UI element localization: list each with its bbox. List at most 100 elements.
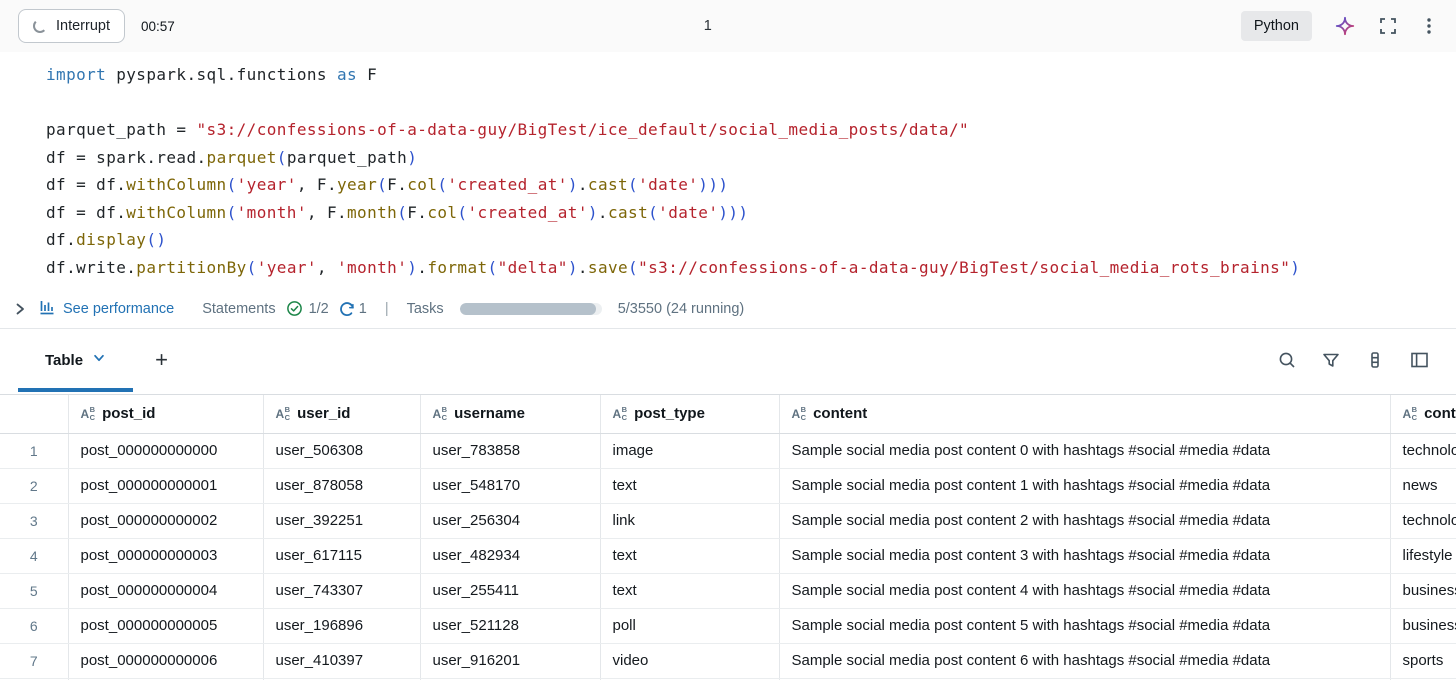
- kebab-menu-icon[interactable]: [1420, 16, 1438, 36]
- table-cell[interactable]: user_548170: [420, 468, 600, 503]
- table-cell[interactable]: Sample social media post content 2 with …: [779, 503, 1390, 538]
- code-editor[interactable]: import pyspark.sql.functions as F parque…: [0, 52, 1456, 289]
- table-row[interactable]: 3post_000000000002user_392251user_256304…: [0, 503, 1456, 538]
- interrupt-button[interactable]: Interrupt: [18, 9, 125, 43]
- table-cell[interactable]: user_783858: [420, 433, 600, 468]
- table-cell[interactable]: user_482934: [420, 538, 600, 573]
- table-cell[interactable]: text: [600, 468, 779, 503]
- statement-spinner-icon: [339, 301, 355, 317]
- data-profile-icon[interactable]: [1365, 350, 1385, 370]
- table-cell[interactable]: link: [600, 503, 779, 538]
- table-cell[interactable]: post_000000000003: [68, 538, 263, 573]
- string-type-icon: ABC: [81, 406, 96, 421]
- column-header-user_id[interactable]: ABCuser_id: [263, 395, 420, 433]
- tab-table[interactable]: Table: [18, 329, 133, 391]
- table-row[interactable]: 6post_000000000005user_196896user_521128…: [0, 608, 1456, 643]
- toolbar-left: Interrupt 00:57: [18, 9, 175, 43]
- table-cell[interactable]: user_410397: [263, 643, 420, 678]
- table-cell[interactable]: user_392251: [263, 503, 420, 538]
- table-header-row: ABCpost_idABCuser_idABCusernameABCpost_t…: [0, 395, 1456, 433]
- results-table: ABCpost_idABCuser_idABCusernameABCpost_t…: [0, 395, 1456, 680]
- collapse-chevron-icon[interactable]: [12, 301, 28, 317]
- see-performance-link[interactable]: See performance: [38, 298, 174, 320]
- results-table-wrap[interactable]: ABCpost_idABCuser_idABCusernameABCpost_t…: [0, 395, 1456, 680]
- table-cell[interactable]: post_000000000002: [68, 503, 263, 538]
- table-cell[interactable]: user_255411: [420, 573, 600, 608]
- notebook-cell: Interrupt 00:57 1 Python: [0, 0, 1456, 680]
- execution-timer: 00:57: [141, 19, 175, 34]
- table-cell[interactable]: post_000000000000: [68, 433, 263, 468]
- column-name: content_category: [1424, 405, 1456, 422]
- code-line: df.display(): [46, 226, 1432, 254]
- row-number: 6: [0, 608, 68, 643]
- column-name: post_type: [634, 405, 705, 422]
- table-cell[interactable]: user_878058: [263, 468, 420, 503]
- column-name: content: [813, 405, 867, 422]
- cell-toolbar: Interrupt 00:57 1 Python: [0, 0, 1456, 52]
- table-cell[interactable]: user_916201: [420, 643, 600, 678]
- column-header-username[interactable]: ABCusername: [420, 395, 600, 433]
- table-cell[interactable]: Sample social media post content 4 with …: [779, 573, 1390, 608]
- code-line: import pyspark.sql.functions as F: [46, 61, 1432, 89]
- bar-chart-icon: [38, 298, 56, 320]
- assistant-sparkle-icon[interactable]: [1334, 15, 1356, 37]
- table-cell[interactable]: business: [1390, 608, 1456, 643]
- table-cell[interactable]: user_521128: [420, 608, 600, 643]
- table-cell[interactable]: Sample social media post content 0 with …: [779, 433, 1390, 468]
- table-cell[interactable]: technology: [1390, 433, 1456, 468]
- chevron-down-icon: [92, 351, 106, 369]
- table-cell[interactable]: technology: [1390, 503, 1456, 538]
- table-cell[interactable]: user_196896: [263, 608, 420, 643]
- code-line: df = spark.read.parquet(parquet_path): [46, 144, 1432, 172]
- table-row[interactable]: 1post_000000000000user_506308user_783858…: [0, 433, 1456, 468]
- table-cell[interactable]: post_000000000001: [68, 468, 263, 503]
- table-cell[interactable]: user_743307: [263, 573, 420, 608]
- column-header-post_type[interactable]: ABCpost_type: [600, 395, 779, 433]
- separator: |: [385, 301, 389, 317]
- cell-number: 1: [175, 18, 1241, 34]
- table-cell[interactable]: video: [600, 643, 779, 678]
- row-number: 5: [0, 573, 68, 608]
- table-cell[interactable]: lifestyle: [1390, 538, 1456, 573]
- tasks-progress-bar: [460, 303, 602, 315]
- table-cell[interactable]: Sample social media post content 5 with …: [779, 608, 1390, 643]
- search-icon[interactable]: [1277, 350, 1297, 370]
- table-cell[interactable]: image: [600, 433, 779, 468]
- table-cell[interactable]: Sample social media post content 3 with …: [779, 538, 1390, 573]
- table-row[interactable]: 2post_000000000001user_878058user_548170…: [0, 468, 1456, 503]
- table-cell[interactable]: Sample social media post content 6 with …: [779, 643, 1390, 678]
- table-cell[interactable]: business: [1390, 573, 1456, 608]
- row-number: 7: [0, 643, 68, 678]
- string-type-icon: ABC: [276, 406, 291, 421]
- table-cell[interactable]: post_000000000005: [68, 608, 263, 643]
- interrupt-label: Interrupt: [56, 18, 110, 34]
- table-cell[interactable]: user_256304: [420, 503, 600, 538]
- table-cell[interactable]: text: [600, 538, 779, 573]
- expand-fullscreen-icon[interactable]: [1378, 16, 1398, 36]
- statements-done-count: 1/2: [309, 301, 329, 317]
- string-type-icon: ABC: [1403, 406, 1418, 421]
- table-cell[interactable]: text: [600, 573, 779, 608]
- table-cell[interactable]: news: [1390, 468, 1456, 503]
- table-row[interactable]: 5post_000000000004user_743307user_255411…: [0, 573, 1456, 608]
- table-cell[interactable]: poll: [600, 608, 779, 643]
- filter-icon[interactable]: [1321, 350, 1341, 370]
- results-toolbar: Table +: [0, 329, 1456, 395]
- table-cell[interactable]: post_000000000004: [68, 573, 263, 608]
- table-cell[interactable]: post_000000000006: [68, 643, 263, 678]
- table-row[interactable]: 7post_000000000006user_410397user_916201…: [0, 643, 1456, 678]
- side-panel-icon[interactable]: [1409, 350, 1430, 370]
- table-cell[interactable]: sports: [1390, 643, 1456, 678]
- statements-label: Statements: [202, 301, 275, 317]
- table-cell[interactable]: user_506308: [263, 433, 420, 468]
- row-number: 2: [0, 468, 68, 503]
- language-selector[interactable]: Python: [1241, 11, 1312, 41]
- column-header-content_category[interactable]: ABC content_category: [1390, 395, 1456, 433]
- add-visualization-button[interactable]: +: [147, 329, 176, 391]
- column-header-content[interactable]: ABCcontent: [779, 395, 1390, 433]
- column-header-post_id[interactable]: ABCpost_id: [68, 395, 263, 433]
- running-spinner-icon: [33, 19, 47, 33]
- table-cell[interactable]: Sample social media post content 1 with …: [779, 468, 1390, 503]
- table-cell[interactable]: user_617115: [263, 538, 420, 573]
- table-row[interactable]: 4post_000000000003user_617115user_482934…: [0, 538, 1456, 573]
